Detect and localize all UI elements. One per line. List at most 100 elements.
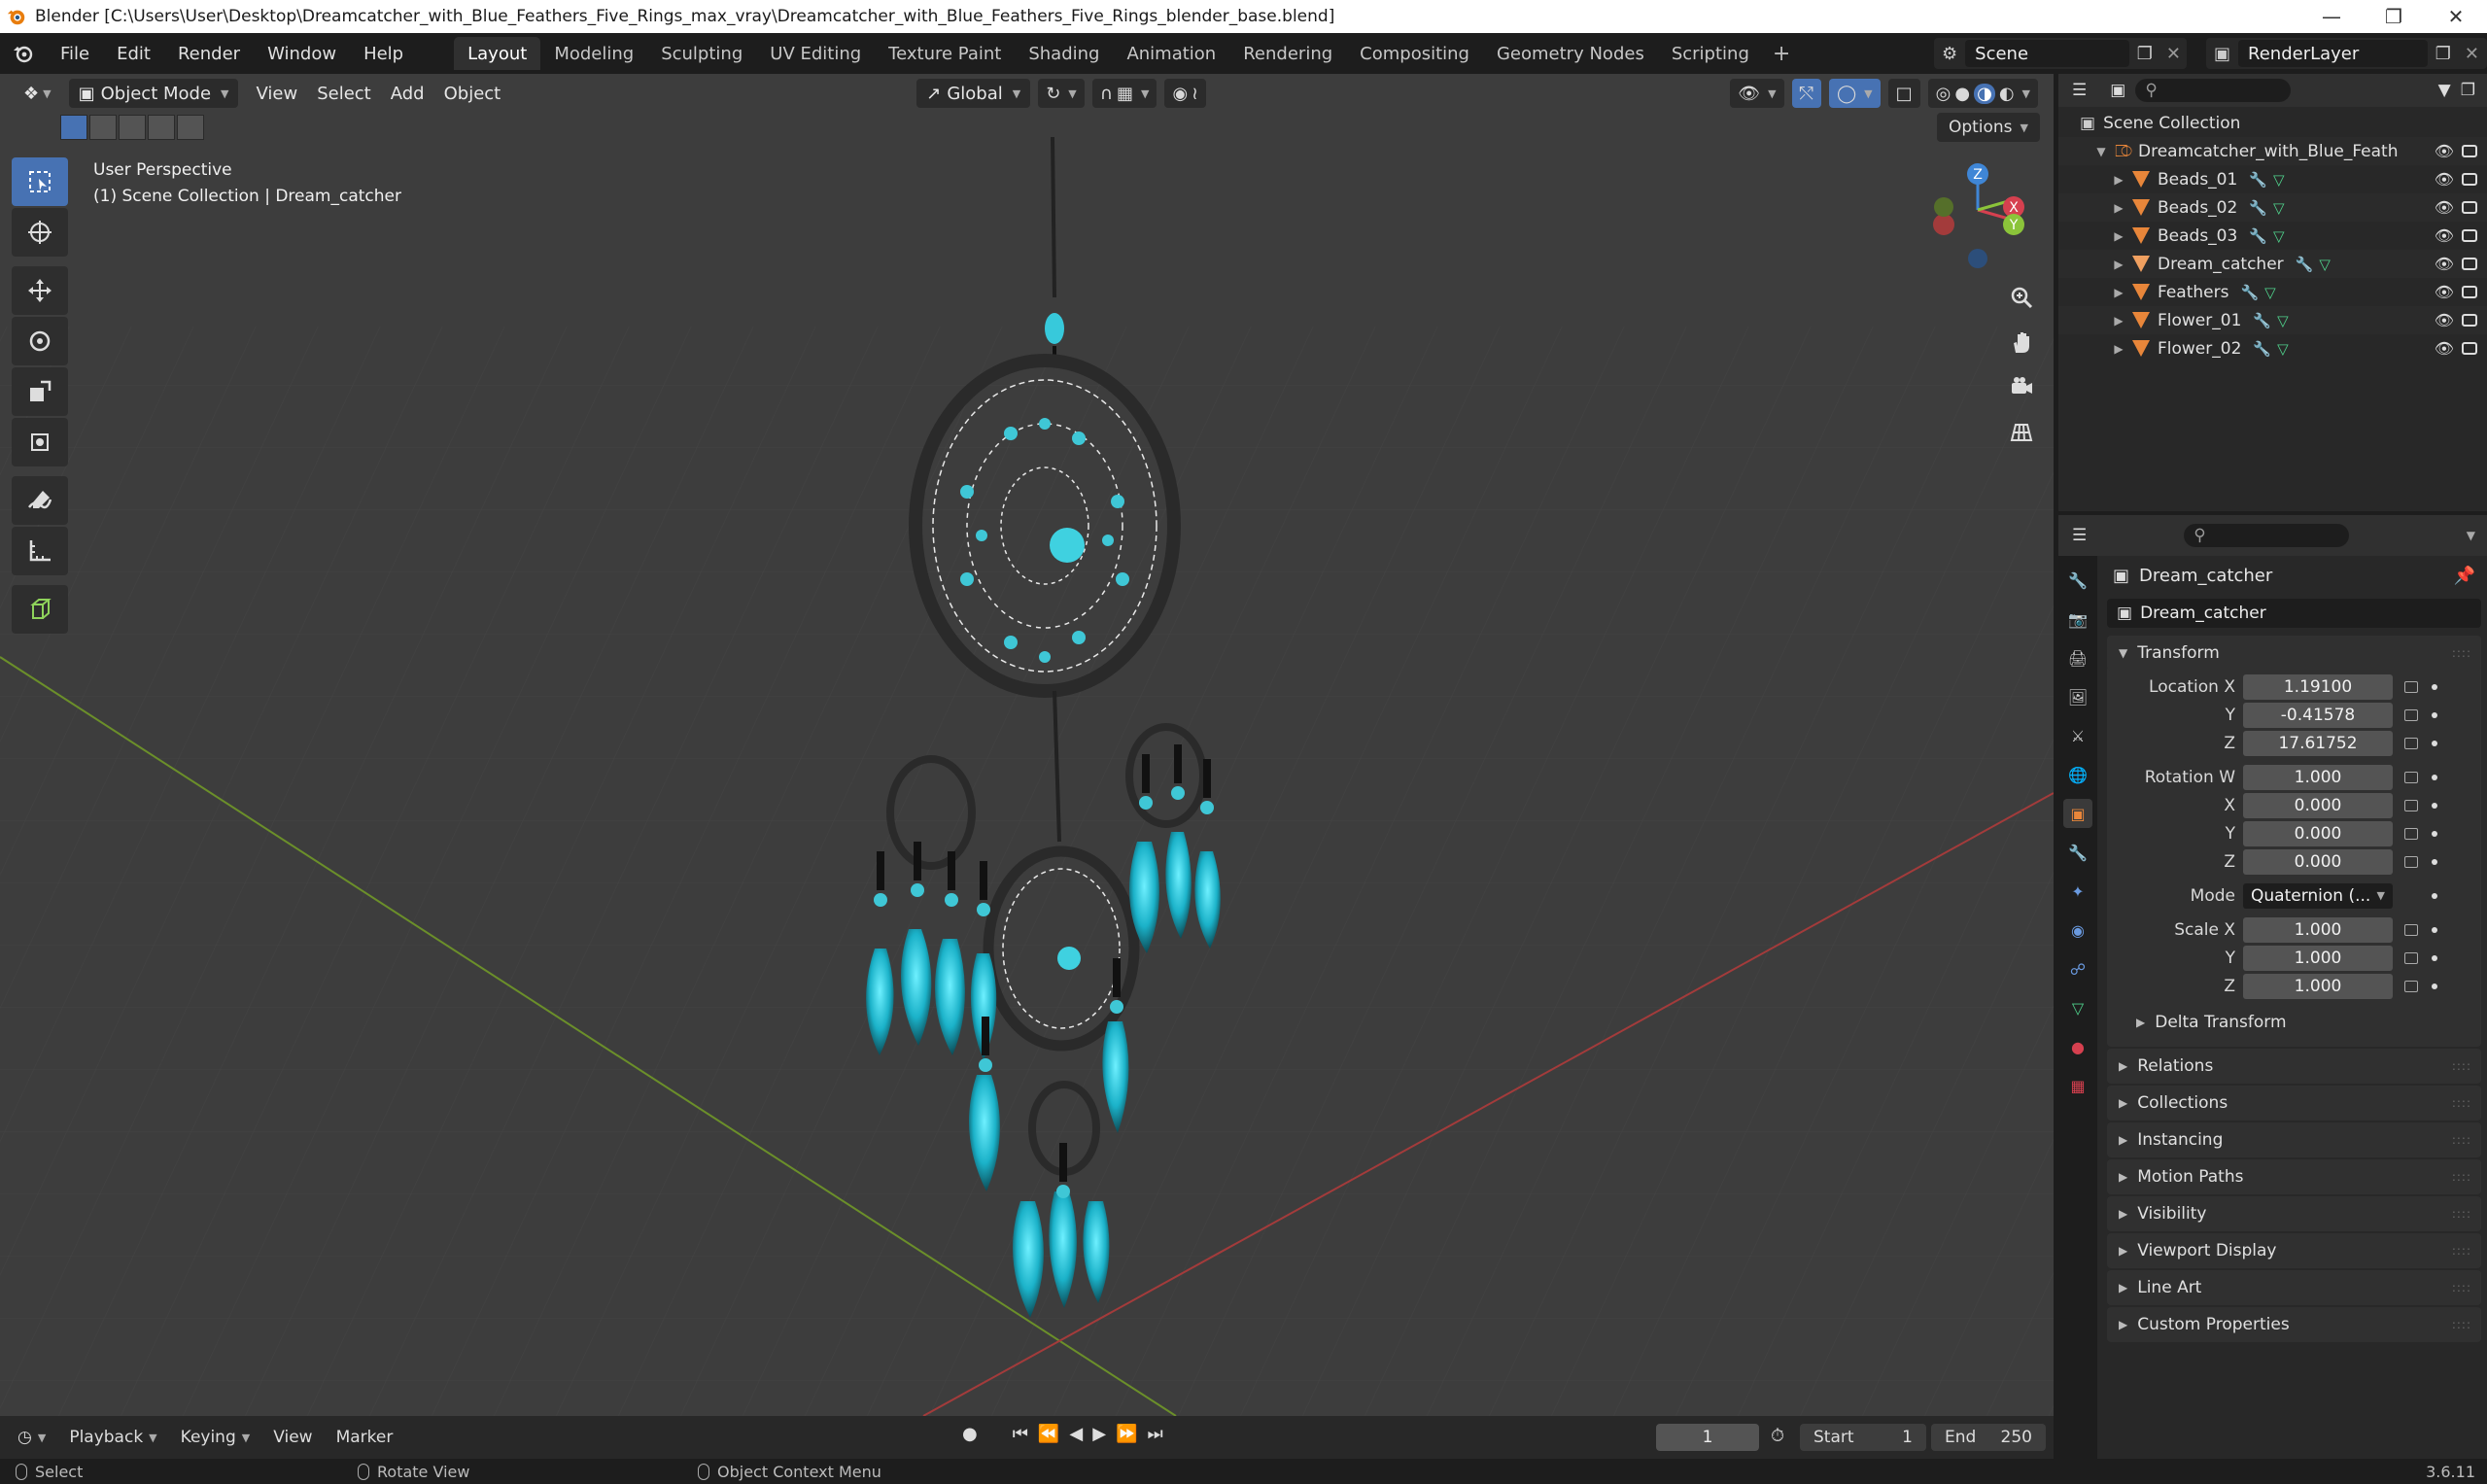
location-y-field[interactable]: -0.41578 — [2243, 702, 2393, 728]
keyframe-dot-icon[interactable] — [2432, 983, 2437, 989]
timeline-menu-keying[interactable]: Keying ▼ — [169, 1428, 262, 1447]
solid-shading-icon[interactable]: ● — [1954, 84, 1970, 104]
keyframe-dot-icon[interactable] — [2432, 740, 2437, 746]
rotation-z-field[interactable]: 0.000 — [2243, 848, 2393, 875]
select-box-tool[interactable] — [12, 157, 68, 206]
tool-tab-icon[interactable]: 🔧 — [2063, 566, 2092, 595]
eye-icon[interactable]: 👁 — [2435, 311, 2454, 329]
menu-window[interactable]: Window — [254, 33, 350, 74]
rendered-shading-icon[interactable]: ◐ — [1999, 84, 2015, 104]
outliner-item-beads-02[interactable]: ▶ Beads_02 🔧 ▽ 👁 — [2058, 193, 2487, 222]
drag-handle-icon[interactable]: :::: — [2452, 1059, 2471, 1073]
next-keyframe-icon[interactable]: ⏩ — [1116, 1424, 1137, 1444]
delta-transform-subpanel[interactable]: ▶ Delta Transform — [2107, 1006, 2481, 1039]
end-frame-field[interactable]: End 250 — [1931, 1424, 2046, 1451]
tab-scripting[interactable]: Scripting — [1658, 37, 1763, 70]
motion-paths-panel-header[interactable]: ▶ Motion Paths:::: — [2107, 1159, 2481, 1194]
keyframe-dot-icon[interactable] — [2432, 711, 2437, 718]
tab-uv-editing[interactable]: UV Editing — [756, 37, 875, 70]
expand-arrow-icon[interactable]: ▶ — [2111, 173, 2126, 187]
timeline-menu-marker[interactable]: Marker — [325, 1428, 405, 1447]
keyframe-dot-icon[interactable] — [2432, 830, 2437, 837]
tab-sculpting[interactable]: Sculpting — [647, 37, 756, 70]
world-tab-icon[interactable]: 🌐 — [2063, 760, 2092, 789]
relations-panel-header[interactable]: ▶ Relations:::: — [2107, 1049, 2481, 1084]
eye-icon[interactable]: 👁 — [2435, 198, 2454, 217]
camera-render-icon[interactable] — [2462, 342, 2477, 355]
expand-arrow-icon[interactable]: ▶ — [2111, 229, 2126, 243]
menu-edit[interactable]: Edit — [103, 33, 164, 74]
navigation-gizmo[interactable]: Z X Y — [1929, 156, 2026, 273]
scene-collection-row[interactable]: ▣ Scene Collection — [2058, 109, 2487, 137]
measure-tool[interactable] — [12, 527, 68, 575]
location-z-field[interactable]: 17.61752 — [2243, 730, 2393, 756]
cursor-tool[interactable] — [12, 208, 68, 257]
visibility-panel-header[interactable]: ▶ Visibility:::: — [2107, 1196, 2481, 1231]
pin-icon[interactable]: 📌 — [2454, 566, 2487, 586]
select-new-button[interactable] — [60, 115, 87, 140]
viewport-menu-view[interactable]: View — [246, 79, 307, 108]
menu-file[interactable]: File — [47, 33, 103, 74]
camera-render-icon[interactable] — [2462, 258, 2477, 270]
neg-x-axis-icon[interactable] — [1933, 214, 1954, 235]
timeline-menu-view[interactable]: View — [261, 1428, 324, 1447]
jump-end-icon[interactable]: ⏭ — [1147, 1424, 1162, 1444]
keyframe-dot-icon[interactable] — [2432, 954, 2437, 961]
minimize-button[interactable]: — — [2300, 0, 2363, 33]
drag-handle-icon[interactable]: :::: — [2452, 1096, 2471, 1110]
expand-arrow-icon[interactable]: ▶ — [2111, 314, 2126, 328]
instancing-panel-header[interactable]: ▶ Instancing:::: — [2107, 1122, 2481, 1157]
tab-animation[interactable]: Animation — [1113, 37, 1229, 70]
keyframe-dot-icon[interactable] — [2432, 858, 2437, 865]
physics-tab-icon[interactable]: ◉ — [2063, 915, 2092, 945]
lock-icon[interactable] — [2404, 980, 2418, 992]
camera-render-icon[interactable] — [2462, 229, 2477, 242]
eye-icon[interactable]: 👁 — [2435, 283, 2454, 301]
viewport-menu-object[interactable]: Object — [434, 79, 511, 108]
delete-render-layer-icon[interactable]: ✕ — [2465, 44, 2487, 64]
lock-icon[interactable] — [2404, 951, 2418, 964]
keyframe-dot-icon[interactable] — [2432, 802, 2437, 809]
transform-orientation-dropdown[interactable]: ↗ Global ▼ — [916, 79, 1031, 108]
annotate-tool[interactable] — [12, 476, 68, 525]
scale-x-field[interactable]: 1.000 — [2243, 916, 2393, 943]
scale-z-field[interactable]: 1.000 — [2243, 973, 2393, 999]
camera-render-icon[interactable] — [2462, 173, 2477, 186]
select-invert-button[interactable] — [148, 115, 175, 140]
outliner-search-input[interactable]: ⚲ — [2135, 79, 2292, 102]
drag-handle-icon[interactable]: :::: — [2452, 1244, 2471, 1258]
new-scene-icon[interactable]: ❐ — [2137, 44, 2159, 64]
view-layer-tab-icon[interactable]: 🖼 — [2063, 682, 2092, 711]
jump-start-icon[interactable]: ⏮ — [1013, 1424, 1028, 1444]
maximize-button[interactable]: ❐ — [2363, 0, 2425, 33]
outliner-item-flower-01[interactable]: ▶ Flower_01 🔧 ▽ 👁 — [2058, 306, 2487, 334]
collections-panel-header[interactable]: ▶ Collections:::: — [2107, 1086, 2481, 1121]
pan-hand-icon[interactable] — [2002, 323, 2041, 362]
transform-tool[interactable] — [12, 418, 68, 466]
camera-view-icon[interactable] — [2002, 367, 2041, 406]
eye-icon[interactable]: 👁 — [2435, 226, 2454, 245]
lock-icon[interactable] — [2404, 737, 2418, 749]
pivot-point-dropdown[interactable]: ↻ ▼ — [1038, 79, 1085, 108]
gizmo-toggle[interactable]: ⤲ — [1791, 79, 1822, 108]
keyframe-dot-icon[interactable] — [2432, 892, 2437, 899]
snap-target-icon[interactable]: ▦ — [1117, 84, 1133, 104]
lock-icon[interactable] — [2404, 923, 2418, 936]
proportional-editing-controls[interactable]: ◉ ≀ — [1164, 79, 1206, 108]
wireframe-shading-icon[interactable]: ◎ — [1936, 84, 1952, 104]
rotation-x-field[interactable]: 0.000 — [2243, 792, 2393, 818]
add-workspace-button[interactable]: + — [1763, 42, 1800, 66]
tab-texture-paint[interactable]: Texture Paint — [875, 37, 1015, 70]
filter-icon[interactable]: ▼ — [2438, 81, 2451, 100]
keyframe-dot-icon[interactable] — [2432, 926, 2437, 933]
select-subtract-button[interactable] — [119, 115, 146, 140]
new-render-layer-icon[interactable]: ❐ — [2435, 44, 2457, 64]
orthographic-toggle-icon[interactable] — [2002, 412, 2041, 451]
constraints-tab-icon[interactable]: ☍ — [2063, 954, 2092, 984]
move-tool[interactable] — [12, 266, 68, 315]
properties-editor-icon[interactable]: ☰ — [2072, 526, 2087, 545]
snapping-controls[interactable]: ∩ ▦ ▼ — [1091, 79, 1157, 108]
drag-handle-icon[interactable]: :::: — [2452, 1207, 2471, 1221]
delete-scene-icon[interactable]: ✕ — [2166, 44, 2187, 64]
scene-name-field[interactable]: Scene — [1965, 40, 2129, 67]
